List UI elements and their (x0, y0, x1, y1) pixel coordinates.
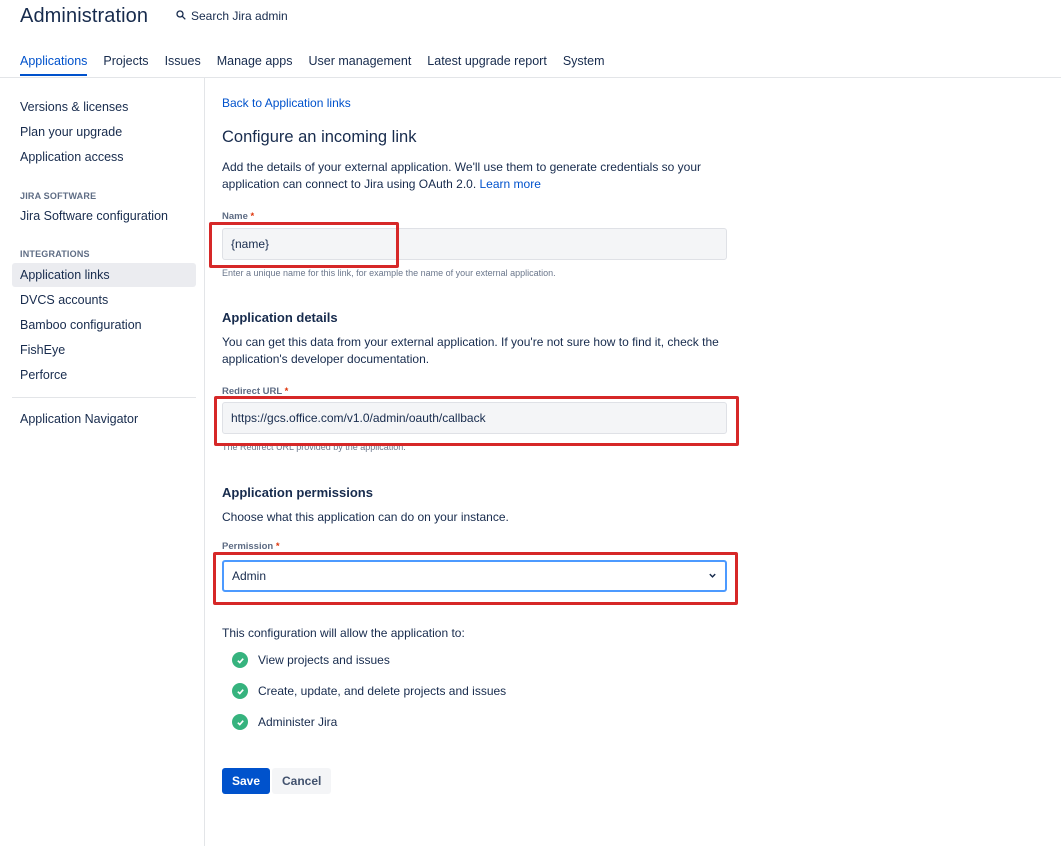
learn-more-link[interactable]: Learn more (480, 177, 541, 191)
check-circle-icon (232, 652, 248, 668)
tab-issues[interactable]: Issues (165, 54, 201, 76)
sidebar-item-application-links[interactable]: Application links (12, 263, 196, 287)
sidebar-heading-jira-software: JIRA SOFTWARE (20, 191, 97, 201)
allowed-item-label: Create, update, and delete projects and … (258, 684, 507, 698)
check-circle-icon (232, 683, 248, 699)
search-label: Search Jira admin (191, 9, 288, 23)
sidebar-item-application-access[interactable]: Application access (12, 145, 196, 169)
search-jira-admin[interactable]: Search Jira admin (176, 9, 288, 23)
back-to-application-links-link[interactable]: Back to Application links (222, 96, 351, 110)
sidebar-item-versions-licenses[interactable]: Versions & licenses (12, 95, 196, 119)
required-mark: * (250, 211, 255, 222)
name-helper-text: Enter a unique name for this link, for e… (222, 268, 556, 278)
permission-selected-value: Admin (232, 569, 267, 583)
permission-label: Permission * (222, 541, 280, 552)
application-permissions-title: Application permissions (222, 485, 373, 500)
sidebar: Versions & licenses Plan your upgrade Ap… (0, 78, 205, 846)
tab-latest-upgrade-report[interactable]: Latest upgrade report (427, 54, 547, 76)
sidebar-item-plan-upgrade[interactable]: Plan your upgrade (12, 120, 196, 144)
sidebar-item-bamboo-configuration[interactable]: Bamboo configuration (12, 313, 196, 337)
permission-label-text: Permission (222, 541, 274, 552)
sidebar-item-perforce[interactable]: Perforce (12, 363, 196, 387)
redirect-url-label: Redirect URL * (222, 386, 288, 397)
intro-text-body: Add the details of your external applica… (222, 160, 702, 191)
redirect-url-input[interactable] (222, 402, 727, 434)
application-details-text: You can get this data from your external… (222, 335, 719, 366)
sidebar-item-dvcs-accounts[interactable]: DVCS accounts (12, 288, 196, 312)
sidebar-heading-integrations: INTEGRATIONS (20, 249, 90, 259)
allowed-item-label: View projects and issues (258, 653, 390, 667)
sidebar-item-fisheye[interactable]: FishEye (12, 338, 196, 362)
chevron-down-icon (708, 569, 717, 583)
check-circle-icon (232, 714, 248, 730)
redirect-url-helper-text: The Redirect URL provided by the applica… (222, 442, 406, 452)
page-title: Configure an incoming link (222, 128, 417, 146)
admin-title: Administration (20, 5, 149, 27)
permission-select[interactable]: Admin (222, 560, 727, 592)
tab-applications[interactable]: Applications (20, 54, 88, 76)
cancel-button[interactable]: Cancel (272, 768, 332, 794)
allow-text: This configuration will allow the applic… (222, 626, 465, 640)
required-mark: * (275, 541, 280, 552)
top-header: Administration Search Jira admin Applica… (0, 0, 1061, 78)
sidebar-item-application-navigator[interactable]: Application Navigator (12, 407, 196, 431)
required-mark: * (284, 386, 289, 397)
sidebar-divider (12, 397, 196, 398)
redirect-label-text: Redirect URL (222, 386, 283, 397)
allowed-item: View projects and issues (232, 652, 390, 668)
tab-projects[interactable]: Projects (103, 54, 148, 76)
admin-nav-tabs: Applications Projects Issues Manage apps… (20, 54, 605, 76)
search-icon (176, 9, 186, 23)
tab-system[interactable]: System (563, 54, 605, 76)
tab-manage-apps[interactable]: Manage apps (217, 54, 293, 76)
save-button[interactable]: Save (222, 768, 271, 794)
application-details-title: Application details (222, 310, 338, 325)
name-field-label: Name * (222, 211, 254, 222)
intro-text: Add the details of your external applica… (222, 159, 722, 193)
allowed-item: Administer Jira (232, 714, 337, 730)
sidebar-item-jira-software-config[interactable]: Jira Software configuration (12, 204, 196, 228)
name-input[interactable] (222, 228, 727, 260)
application-permissions-text: Choose what this application can do on y… (222, 510, 509, 524)
allowed-item: Create, update, and delete projects and … (232, 683, 506, 699)
tab-user-management[interactable]: User management (308, 54, 411, 76)
name-label-text: Name (222, 211, 248, 222)
allowed-item-label: Administer Jira (258, 715, 338, 729)
